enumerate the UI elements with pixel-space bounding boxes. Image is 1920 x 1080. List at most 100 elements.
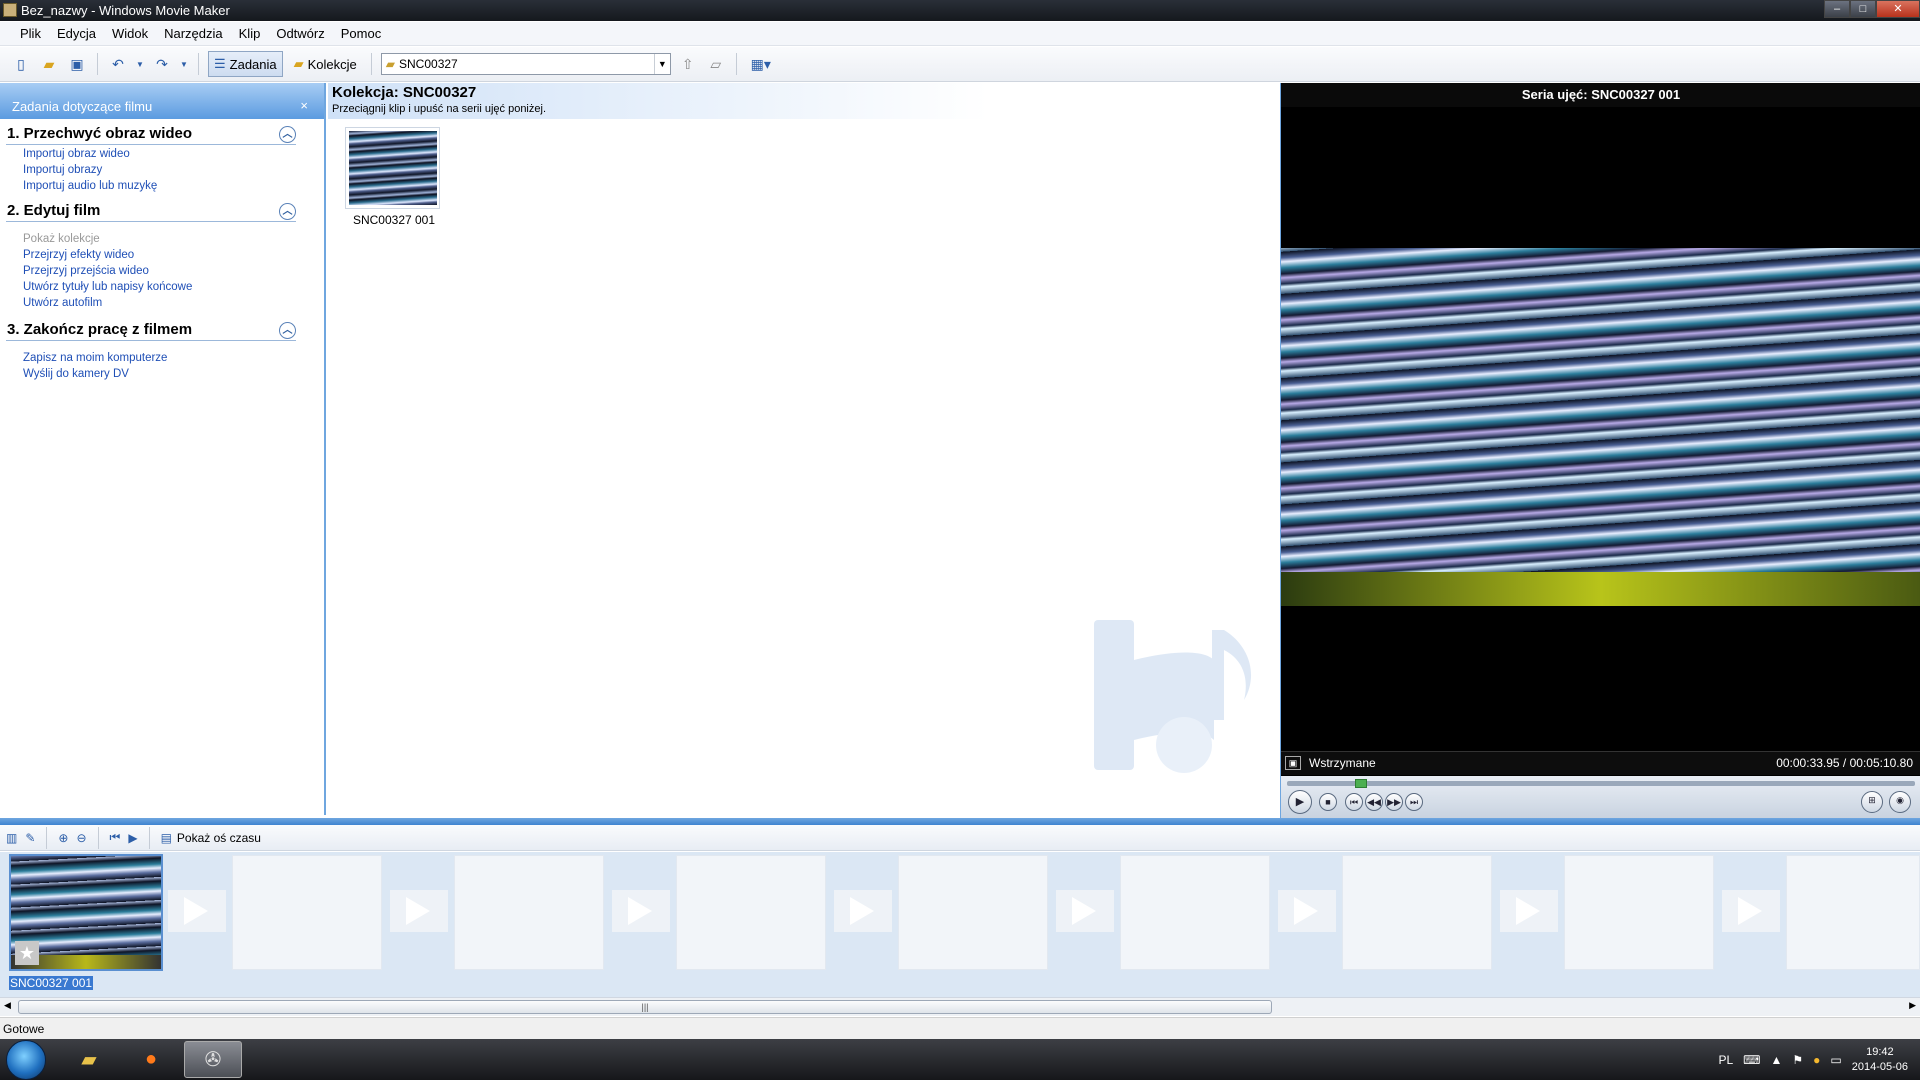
link-save-to-computer[interactable]: Zapisz na moim komputerze: [23, 350, 296, 366]
storyboard-clip[interactable]: ★: [9, 854, 163, 971]
scroll-right-icon[interactable]: ▶: [1909, 1000, 1916, 1011]
collapse-icon[interactable]: ︿: [279, 203, 296, 220]
tasks-button[interactable]: ☰ Zadania: [208, 51, 283, 77]
empty-clip-slot[interactable]: [1342, 855, 1492, 970]
show-timeline-button[interactable]: ▤ Pokaż oś czasu: [161, 831, 261, 845]
play-storyboard-icon[interactable]: ▶: [128, 831, 137, 845]
link-make-titles[interactable]: Utwórz tytuły lub napisy końcowe: [23, 279, 296, 295]
collapse-icon[interactable]: ︿: [279, 126, 296, 143]
empty-clip-slot[interactable]: [676, 855, 826, 970]
menu-tools[interactable]: Narzędzia: [156, 22, 231, 46]
tasks-label: Zadania: [229, 56, 277, 72]
link-import-video[interactable]: Importuj obraz wideo: [23, 146, 296, 162]
effects-star-icon[interactable]: ★: [15, 941, 39, 965]
collection-select[interactable]: ▰ SNC00327 ▼: [380, 53, 671, 75]
save-project-icon[interactable]: ▣: [66, 53, 88, 75]
link-view-transitions[interactable]: Przejrzyj przejścia wideo: [23, 263, 296, 279]
empty-clip-slot[interactable]: [454, 855, 604, 970]
language-indicator[interactable]: PL: [1718, 1053, 1733, 1067]
collection-clip-thumbnail[interactable]: [345, 127, 440, 209]
transition-slot[interactable]: [1500, 890, 1558, 932]
empty-clip-slot[interactable]: [1120, 855, 1270, 970]
play-icon[interactable]: ▶: [1288, 790, 1312, 814]
fullscreen-icon[interactable]: ▣: [1285, 756, 1301, 770]
transition-slot[interactable]: [1278, 890, 1336, 932]
show-hidden-icons-icon[interactable]: ▲: [1770, 1053, 1782, 1067]
keyboard-icon[interactable]: ⌨: [1743, 1053, 1760, 1067]
audio-levels-icon[interactable]: ✎: [25, 831, 35, 845]
movie-maker-taskbar-icon[interactable]: ✇: [184, 1041, 242, 1078]
network-icon[interactable]: ▭: [1830, 1053, 1841, 1067]
forward-icon[interactable]: ▶▶: [1385, 793, 1403, 811]
take-picture-icon[interactable]: ◉: [1889, 791, 1911, 813]
empty-clip-slot[interactable]: [898, 855, 1048, 970]
rewind-icon[interactable]: ◀◀: [1365, 793, 1383, 811]
open-project-icon[interactable]: ▰: [38, 53, 60, 75]
section-capture-header[interactable]: 1. Przechwyć obraz wideo ︿: [6, 123, 296, 145]
storyboard-icon[interactable]: ▥: [6, 831, 17, 845]
view-options-icon[interactable]: ▦▾: [746, 53, 776, 75]
transition-slot[interactable]: [612, 890, 670, 932]
transition-slot[interactable]: [834, 890, 892, 932]
storyboard-toolbar: ▥ ✎ ⊕ ⊖ ⏮ ▶ ▤ Pokaż oś czasu: [0, 825, 1920, 851]
seek-bar[interactable]: [1287, 779, 1915, 788]
menu-play[interactable]: Odtwórz: [268, 22, 332, 46]
zoom-in-icon[interactable]: ⊕: [58, 831, 68, 845]
redo-dropdown-icon[interactable]: ▼: [179, 53, 189, 75]
toolbar-separator: [148, 826, 150, 849]
action-center-flag-icon[interactable]: ⚑: [1792, 1053, 1803, 1067]
pane-divider[interactable]: [0, 818, 1920, 825]
horizontal-scrollbar[interactable]: ◀ ||| ▶: [0, 997, 1920, 1016]
menu-edit[interactable]: Edycja: [49, 22, 104, 46]
link-send-to-dv[interactable]: Wyślij do kamery DV: [23, 366, 296, 382]
transition-slot[interactable]: [390, 890, 448, 932]
start-button[interactable]: [6, 1040, 46, 1080]
show-timeline-label: Pokaż oś czasu: [176, 830, 261, 845]
transition-slot[interactable]: [168, 890, 226, 932]
new-project-icon[interactable]: ▯: [10, 53, 32, 75]
link-import-pictures[interactable]: Importuj obrazy: [23, 162, 296, 178]
playback-time: 00:00:33.95 / 00:05:10.80: [1776, 756, 1913, 770]
split-clip-icon[interactable]: ⊞: [1861, 791, 1883, 813]
minimize-button[interactable]: –: [1824, 0, 1850, 18]
close-icon[interactable]: ×: [300, 98, 308, 113]
clock[interactable]: 19:42 2014-05-06: [1852, 1045, 1908, 1075]
scrollbar-thumb[interactable]: |||: [18, 1000, 1272, 1014]
undo-icon[interactable]: ↶: [107, 53, 129, 75]
seek-thumb[interactable]: [1354, 779, 1367, 788]
link-import-audio[interactable]: Importuj audio lub muzykę: [23, 178, 296, 194]
redo-icon[interactable]: ↷: [151, 53, 173, 75]
menu-file[interactable]: Plik: [12, 22, 49, 46]
undo-dropdown-icon[interactable]: ▼: [135, 53, 145, 75]
collections-button[interactable]: ▰ Kolekcje: [289, 51, 362, 77]
new-folder-icon[interactable]: ▱: [705, 53, 727, 75]
transition-slot[interactable]: [1722, 890, 1780, 932]
scroll-left-icon[interactable]: ◀: [4, 1000, 11, 1011]
zoom-out-icon[interactable]: ⊖: [76, 831, 86, 845]
empty-clip-slot[interactable]: [1564, 855, 1714, 970]
collapse-icon[interactable]: ︿: [279, 322, 296, 339]
update-icon[interactable]: ●: [1813, 1053, 1820, 1067]
explorer-taskbar-icon[interactable]: ▰: [60, 1041, 118, 1078]
collection-clip-label[interactable]: SNC00327 001: [328, 213, 460, 227]
rewind-storyboard-icon[interactable]: ⏮: [110, 830, 121, 845]
stop-icon[interactable]: ■: [1319, 793, 1337, 811]
menu-view[interactable]: Widok: [104, 22, 156, 46]
up-folder-icon[interactable]: ⇧: [677, 53, 699, 75]
toolbar-separator: [97, 53, 98, 75]
menu-clip[interactable]: Klip: [231, 22, 269, 46]
menu-help[interactable]: Pomoc: [333, 22, 389, 46]
empty-clip-slot[interactable]: [232, 855, 382, 970]
link-make-automovie[interactable]: Utwórz autofilm: [23, 295, 296, 311]
maximize-button[interactable]: □: [1850, 0, 1876, 18]
firefox-taskbar-icon[interactable]: ●: [122, 1041, 180, 1078]
link-view-effects[interactable]: Przejrzyj efekty wideo: [23, 247, 296, 263]
close-button[interactable]: ✕: [1876, 0, 1920, 18]
section-edit-header[interactable]: 2. Edytuj film ︿: [6, 200, 296, 222]
transition-slot[interactable]: [1056, 890, 1114, 932]
empty-clip-slot[interactable]: [1786, 855, 1920, 970]
previous-frame-icon[interactable]: ⏮: [1345, 793, 1363, 811]
section-finish-header[interactable]: 3. Zakończ pracę z filmem ︿: [6, 319, 296, 341]
next-frame-icon[interactable]: ⏭: [1405, 793, 1423, 811]
storyboard-clip-label[interactable]: SNC00327 001: [9, 976, 94, 990]
